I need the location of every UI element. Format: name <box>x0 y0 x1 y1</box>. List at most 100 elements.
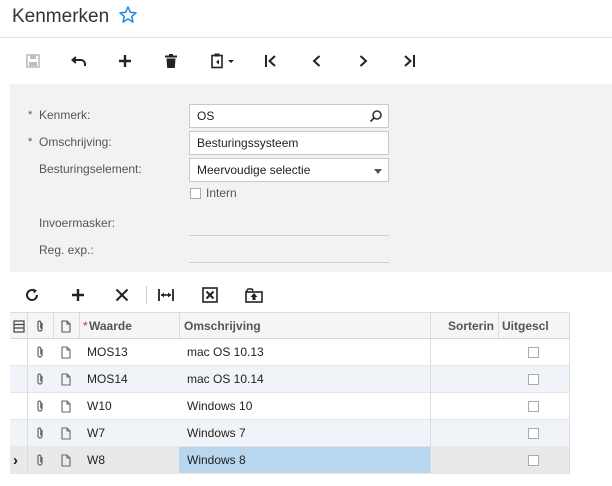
column-header-omschrijving[interactable]: Omschrijving <box>184 313 261 338</box>
cell-omschrijving[interactable]: mac OS 10.14 <box>187 366 264 392</box>
note-icon <box>61 320 71 333</box>
next-record-button[interactable] <box>349 47 377 75</box>
column-divider <box>179 313 180 338</box>
export-excel-button[interactable] <box>196 281 224 309</box>
besturingselement-value: Meervoudige selectie <box>197 163 311 177</box>
paperclip-icon[interactable] <box>35 373 45 386</box>
column-divider <box>27 339 28 474</box>
clipboard-icon <box>211 53 234 69</box>
intern-label: Intern <box>206 186 237 200</box>
last-record-button[interactable] <box>395 47 423 75</box>
column-divider <box>569 339 570 474</box>
title-bar: Kenmerken <box>0 0 612 38</box>
undo-button[interactable] <box>65 47 93 75</box>
table-row-selected[interactable]: › W8 Windows 8 <box>10 447 570 474</box>
page-title: Kenmerken <box>12 6 110 27</box>
search-icon[interactable] <box>369 109 383 123</box>
excel-icon <box>202 287 218 303</box>
kenmerk-input[interactable]: OS <box>189 104 389 128</box>
plus-icon <box>119 55 131 67</box>
kenmerk-value: OS <box>197 109 215 123</box>
uitgescl-checkbox[interactable] <box>528 374 539 385</box>
save-button[interactable] <box>19 47 47 75</box>
cell-omschrijving[interactable]: Windows 8 <box>187 447 246 473</box>
uitgescl-checkbox[interactable] <box>528 401 539 412</box>
upload-icon <box>245 288 263 303</box>
omschrijving-label: Omschrijving: <box>39 135 112 149</box>
required-mark: * <box>28 136 33 148</box>
column-divider <box>430 339 431 474</box>
table-row[interactable]: W10 Windows 10 <box>10 393 570 420</box>
besturingselement-select[interactable]: Meervoudige selectie <box>189 158 389 182</box>
delete-row-button[interactable] <box>108 281 136 309</box>
row-settings-icon[interactable] <box>13 320 25 333</box>
add-button[interactable] <box>111 47 139 75</box>
trash-icon <box>165 54 177 68</box>
uitgescl-checkbox[interactable] <box>528 428 539 439</box>
cell-waarde[interactable]: MOS13 <box>87 339 128 365</box>
undo-icon <box>71 56 86 66</box>
cell-waarde[interactable]: W8 <box>87 447 105 473</box>
first-icon <box>265 55 276 67</box>
regexp-input[interactable] <box>189 262 389 263</box>
fit-columns-button[interactable] <box>152 281 180 309</box>
save-icon <box>26 54 40 68</box>
required-mark: * <box>83 318 88 333</box>
column-header-uitgescl[interactable]: Uitgescl <box>502 313 549 338</box>
add-row-button[interactable] <box>64 281 92 309</box>
grid-toolbar <box>0 278 612 312</box>
column-divider <box>79 313 80 338</box>
cell-omschrijving[interactable]: Windows 7 <box>187 420 246 446</box>
last-icon <box>404 55 415 67</box>
next-icon <box>359 55 368 67</box>
column-header-waarde[interactable]: Waarde <box>89 313 132 338</box>
toolbar-divider <box>146 286 147 304</box>
intern-checkbox[interactable] <box>190 188 201 199</box>
paperclip-icon[interactable] <box>35 400 45 413</box>
regexp-label: Reg. exp.: <box>39 243 94 257</box>
paperclip-icon <box>37 320 43 332</box>
column-divider <box>27 313 28 338</box>
cell-waarde[interactable]: W10 <box>87 393 112 419</box>
cell-omschrijving[interactable]: Windows 10 <box>187 393 252 419</box>
column-divider <box>498 313 499 338</box>
grid-header: * Waarde Omschrijving Sorterin Uitgescl <box>10 312 570 339</box>
chevron-down-icon <box>374 169 382 174</box>
note-icon[interactable] <box>61 427 71 440</box>
table-row[interactable]: MOS13 mac OS 10.13 <box>10 339 570 366</box>
note-icon[interactable] <box>61 346 71 359</box>
table-row[interactable]: MOS14 mac OS 10.14 <box>10 366 570 393</box>
besturingselement-label: Besturingselement: <box>39 162 142 176</box>
omschrijving-input[interactable]: Besturingssysteem <box>189 131 389 155</box>
fit-width-icon <box>158 289 174 301</box>
current-row-marker: › <box>13 451 18 469</box>
table-row[interactable]: W7 Windows 7 <box>10 420 570 447</box>
uitgescl-checkbox[interactable] <box>528 455 539 466</box>
paperclip-icon[interactable] <box>35 454 45 467</box>
previous-record-button[interactable] <box>303 47 331 75</box>
star-outline-icon[interactable] <box>118 5 138 25</box>
paperclip-icon[interactable] <box>35 427 45 440</box>
prev-icon <box>312 55 321 67</box>
column-divider <box>430 313 431 338</box>
note-icon[interactable] <box>61 400 71 413</box>
invoermasker-label: Invoermasker: <box>39 216 116 230</box>
delete-button[interactable] <box>157 47 185 75</box>
note-icon[interactable] <box>61 373 71 386</box>
paperclip-icon[interactable] <box>35 346 45 359</box>
omschrijving-value: Besturingssysteem <box>197 136 299 150</box>
uitgescl-checkbox[interactable] <box>528 347 539 358</box>
first-record-button[interactable] <box>257 47 285 75</box>
required-mark: * <box>28 109 33 121</box>
refresh-button[interactable] <box>18 281 46 309</box>
column-header-sorterin[interactable]: Sorterin <box>448 313 494 338</box>
cell-waarde[interactable]: MOS14 <box>87 366 128 392</box>
note-icon[interactable] <box>61 454 71 467</box>
upload-button[interactable] <box>240 281 268 309</box>
cell-waarde[interactable]: W7 <box>87 420 105 446</box>
clipboard-menu-button[interactable] <box>203 47 243 75</box>
cell-omschrijving[interactable]: mac OS 10.13 <box>187 339 264 365</box>
invoermasker-input[interactable] <box>189 235 389 236</box>
kenmerk-label: Kenmerk: <box>39 108 91 122</box>
column-divider <box>53 313 54 338</box>
